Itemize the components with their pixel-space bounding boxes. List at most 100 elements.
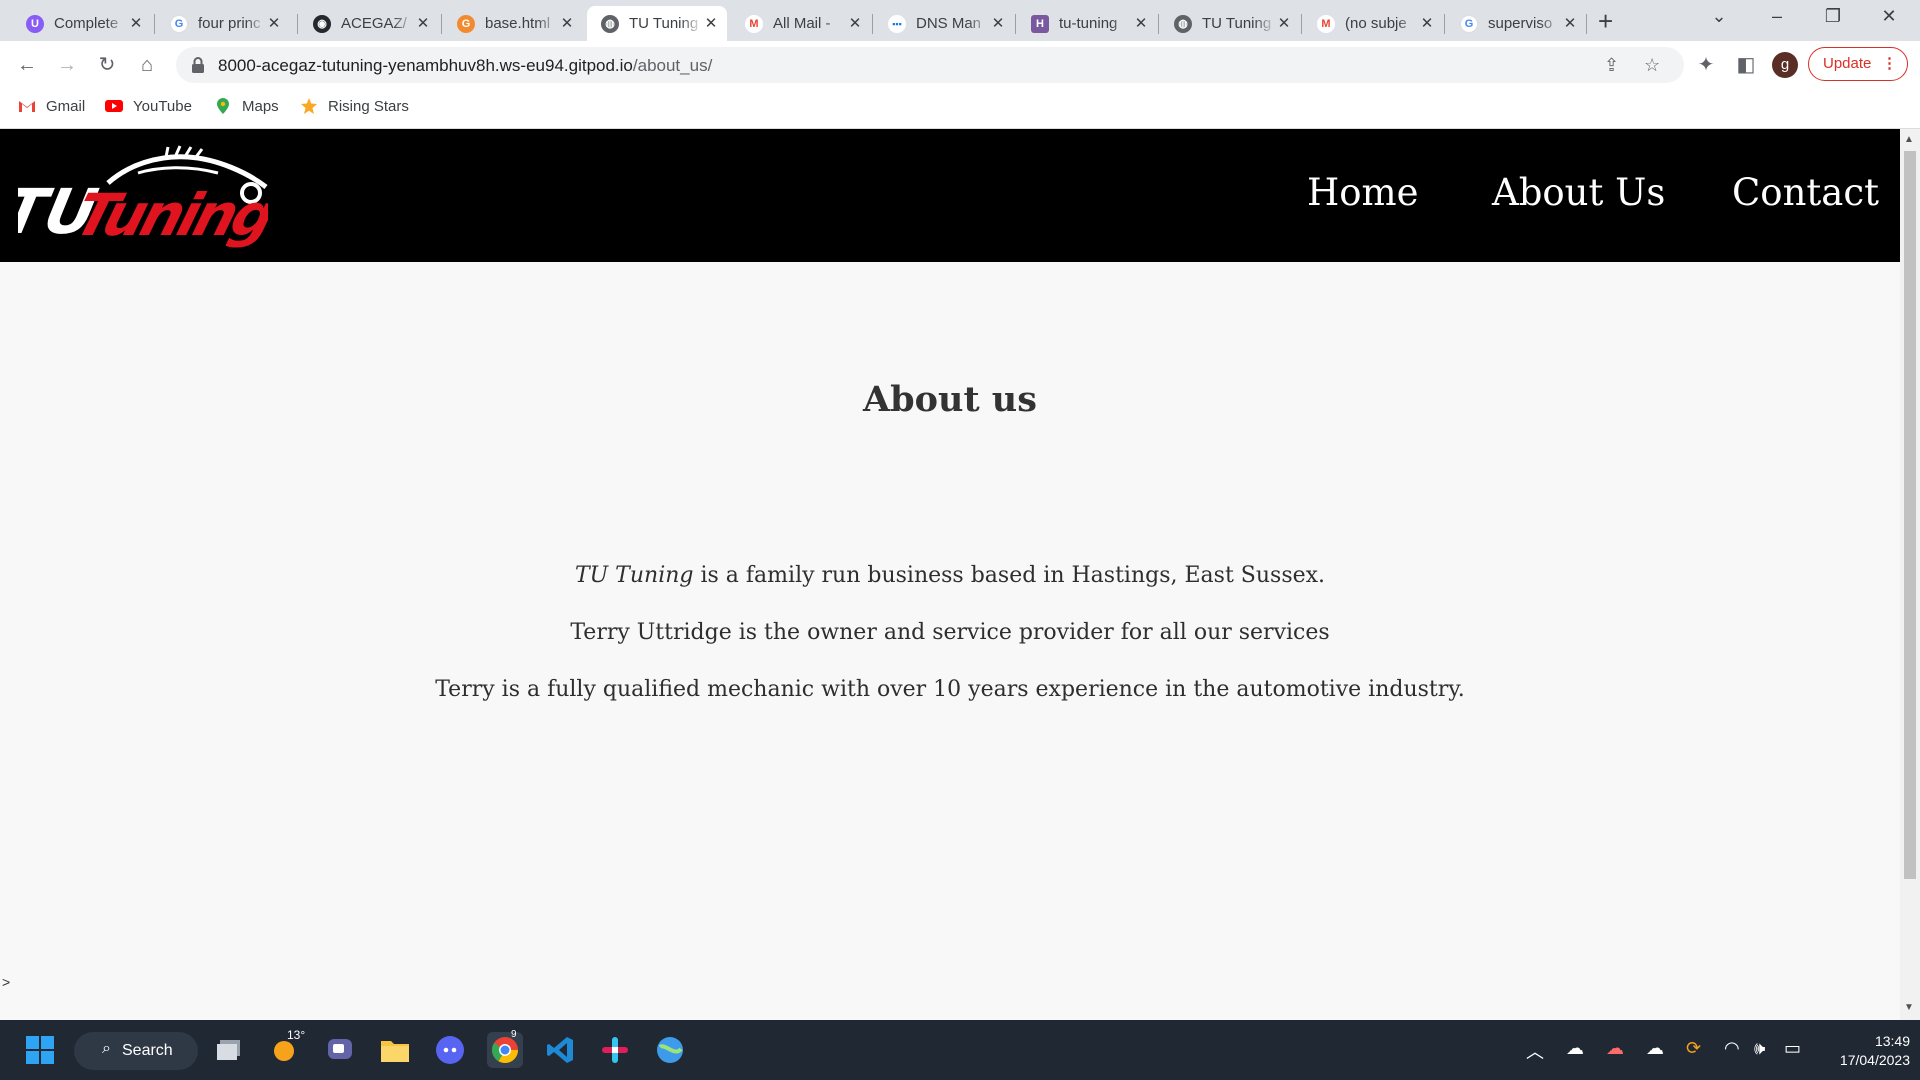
forward-arrow-icon[interactable]: →: [53, 51, 81, 79]
taskbar-search-button[interactable]: ⌕ Search: [74, 1032, 198, 1070]
cloud-icon[interactable]: ☁: [1646, 1038, 1664, 1059]
nav-home-link[interactable]: Home: [1307, 171, 1419, 214]
network-app-icon[interactable]: [652, 1032, 688, 1068]
page-title: About us: [863, 379, 1037, 420]
system-clock[interactable]: 13:49 17/04/2023: [1810, 1032, 1910, 1070]
tab-title: TU Tuning: [1202, 15, 1272, 32]
url-host: 8000-acegaz-tutuning-yenambhuv8h.ws-eu94…: [218, 56, 633, 75]
address-bar[interactable]: 8000-acegaz-tutuning-yenambhuv8h.ws-eu94…: [176, 47, 1684, 83]
tab-title: All Mail -: [773, 15, 831, 32]
tab-separator: [1015, 14, 1016, 34]
about-paragraph-2: Terry Uttridge is the owner and service …: [570, 620, 1330, 645]
start-button[interactable]: [22, 1032, 58, 1068]
reload-icon[interactable]: ↻: [93, 51, 121, 79]
scroll-up-arrow-icon[interactable]: ▲: [1904, 134, 1914, 145]
close-icon[interactable]: ✕: [1133, 15, 1149, 32]
wifi-icon[interactable]: ◠: [1724, 1038, 1740, 1059]
cloud-error-icon[interactable]: ☁: [1606, 1038, 1624, 1059]
site-header: TU Tuning Home About Us Contact: [0, 129, 1900, 262]
home-icon[interactable]: ⌂: [133, 51, 161, 79]
business-name: TU Tuning: [574, 563, 694, 588]
minimize-button[interactable]: –: [1762, 6, 1792, 27]
nav-about-us-link[interactable]: About Us: [1492, 171, 1665, 214]
tab-all-mail[interactable]: M All Mail - ✕: [731, 6, 871, 41]
bookmark-maps[interactable]: Maps: [214, 97, 279, 115]
tab-search-chevron-icon[interactable]: ⌄: [1704, 6, 1734, 27]
bookmark-label: Maps: [242, 97, 279, 115]
maps-icon: [217, 98, 229, 114]
volume-icon[interactable]: 🕪: [1754, 1038, 1765, 1059]
heroku-icon: H: [1031, 14, 1049, 33]
close-icon[interactable]: ✕: [1419, 15, 1435, 32]
bookmark-gmail[interactable]: Gmail: [18, 97, 85, 115]
battery-icon[interactable]: ▭: [1784, 1038, 1801, 1059]
close-icon[interactable]: ✕: [415, 15, 431, 32]
close-icon[interactable]: ✕: [1276, 15, 1292, 32]
scroll-down-arrow-icon[interactable]: ▼: [1904, 1002, 1914, 1013]
close-icon[interactable]: ✕: [266, 15, 282, 32]
profile-avatar[interactable]: g: [1772, 52, 1798, 78]
close-icon[interactable]: ✕: [703, 15, 719, 32]
side-panel-icon[interactable]: ◧: [1732, 51, 1760, 79]
new-tab-button[interactable]: +: [1598, 8, 1613, 34]
github-icon: ◉: [313, 14, 331, 33]
tab-supervisor[interactable]: G superviso ✕: [1446, 6, 1586, 41]
tab-separator: [154, 14, 155, 34]
tab-dns-man[interactable]: ▪▪▪ DNS Man ✕: [874, 6, 1014, 41]
windows-taskbar: ⌕ Search 13° 9 ︿ ☁ ☁ ☁ ⟳ ◠ 🕪 ▭ 13:49 17/…: [0, 1020, 1920, 1080]
tab-base-html[interactable]: G base.html ✕: [443, 6, 583, 41]
tab-separator: [1301, 14, 1302, 34]
dns-icon: ▪▪▪: [888, 14, 906, 33]
tab-no-subject[interactable]: M (no subje ✕: [1303, 6, 1443, 41]
close-icon[interactable]: ✕: [847, 15, 863, 32]
tab-title: base.html: [485, 15, 551, 32]
close-icon[interactable]: ✕: [128, 15, 144, 32]
tab-title: TU Tuning: [629, 15, 699, 32]
back-arrow-icon[interactable]: ←: [13, 51, 41, 79]
star-icon: [301, 98, 317, 114]
browser-toolbar: ← → ↻ ⌂ 8000-acegaz-tutuning-yenambhuv8h…: [0, 41, 1920, 89]
tab-strip: U Complete ✕ G four princ ✕ ◉ ACEGAZ/ ✕ …: [0, 0, 1920, 41]
tab-tu-tuning-active[interactable]: ◍ TU Tuning ✕: [587, 6, 727, 41]
close-icon[interactable]: ✕: [1562, 15, 1578, 32]
close-icon[interactable]: ✕: [990, 15, 1006, 32]
tab-four-princ[interactable]: G four princ ✕: [156, 6, 290, 41]
clock-time: 13:49: [1874, 1033, 1910, 1049]
tab-acegaz[interactable]: ◉ ACEGAZ/ ✕: [299, 6, 439, 41]
bookmark-youtube[interactable]: YouTube: [105, 97, 192, 115]
purple-u-icon: U: [26, 14, 44, 33]
task-view-icon[interactable]: [212, 1032, 248, 1068]
tray-overflow-chevron-icon[interactable]: ︿: [1526, 1038, 1544, 1064]
sync-icon[interactable]: ⟳: [1686, 1038, 1701, 1059]
tab-tu-tuning-2[interactable]: ◍ TU Tuning ✕: [1160, 6, 1300, 41]
tab-title: ACEGAZ/: [341, 15, 407, 32]
console-caret: >: [2, 974, 11, 990]
extensions-puzzle-icon[interactable]: ✦: [1692, 51, 1720, 79]
page-scrollbar[interactable]: ▲ ▼: [1900, 129, 1920, 1020]
close-icon[interactable]: ✕: [559, 15, 575, 32]
bookmark-rising-stars[interactable]: Rising Stars: [300, 97, 409, 115]
close-window-button[interactable]: ✕: [1874, 6, 1904, 27]
teams-icon[interactable]: [322, 1032, 358, 1068]
file-explorer-icon[interactable]: [377, 1032, 413, 1068]
cloud-sync-icon[interactable]: ☁: [1566, 1038, 1584, 1059]
vscode-icon[interactable]: [542, 1032, 578, 1068]
search-icon: ⌕: [102, 1040, 111, 1057]
bookmark-star-icon[interactable]: ☆: [1644, 55, 1660, 76]
slack-icon[interactable]: [597, 1032, 633, 1068]
chrome-taskbar-icon[interactable]: 9: [487, 1029, 523, 1068]
chrome-badge: 9: [511, 1029, 517, 1040]
discord-icon[interactable]: [432, 1032, 468, 1068]
nav-contact-link[interactable]: Contact: [1732, 171, 1879, 214]
tab-tu-tuning-heroku[interactable]: H tu-tuning ✕: [1017, 6, 1157, 41]
tab-separator: [297, 14, 298, 34]
scroll-thumb[interactable]: [1904, 151, 1916, 879]
orange-g-icon: G: [457, 14, 475, 33]
share-icon[interactable]: ⇪: [1604, 55, 1619, 76]
weather-widget[interactable]: 13°: [267, 1028, 305, 1068]
tab-complete[interactable]: U Complete ✕: [12, 6, 152, 41]
update-button[interactable]: Update ⋮: [1808, 47, 1908, 81]
restore-button[interactable]: ❐: [1818, 6, 1848, 27]
tu-tuning-logo[interactable]: TU Tuning: [18, 143, 268, 249]
google-icon: G: [170, 14, 188, 33]
